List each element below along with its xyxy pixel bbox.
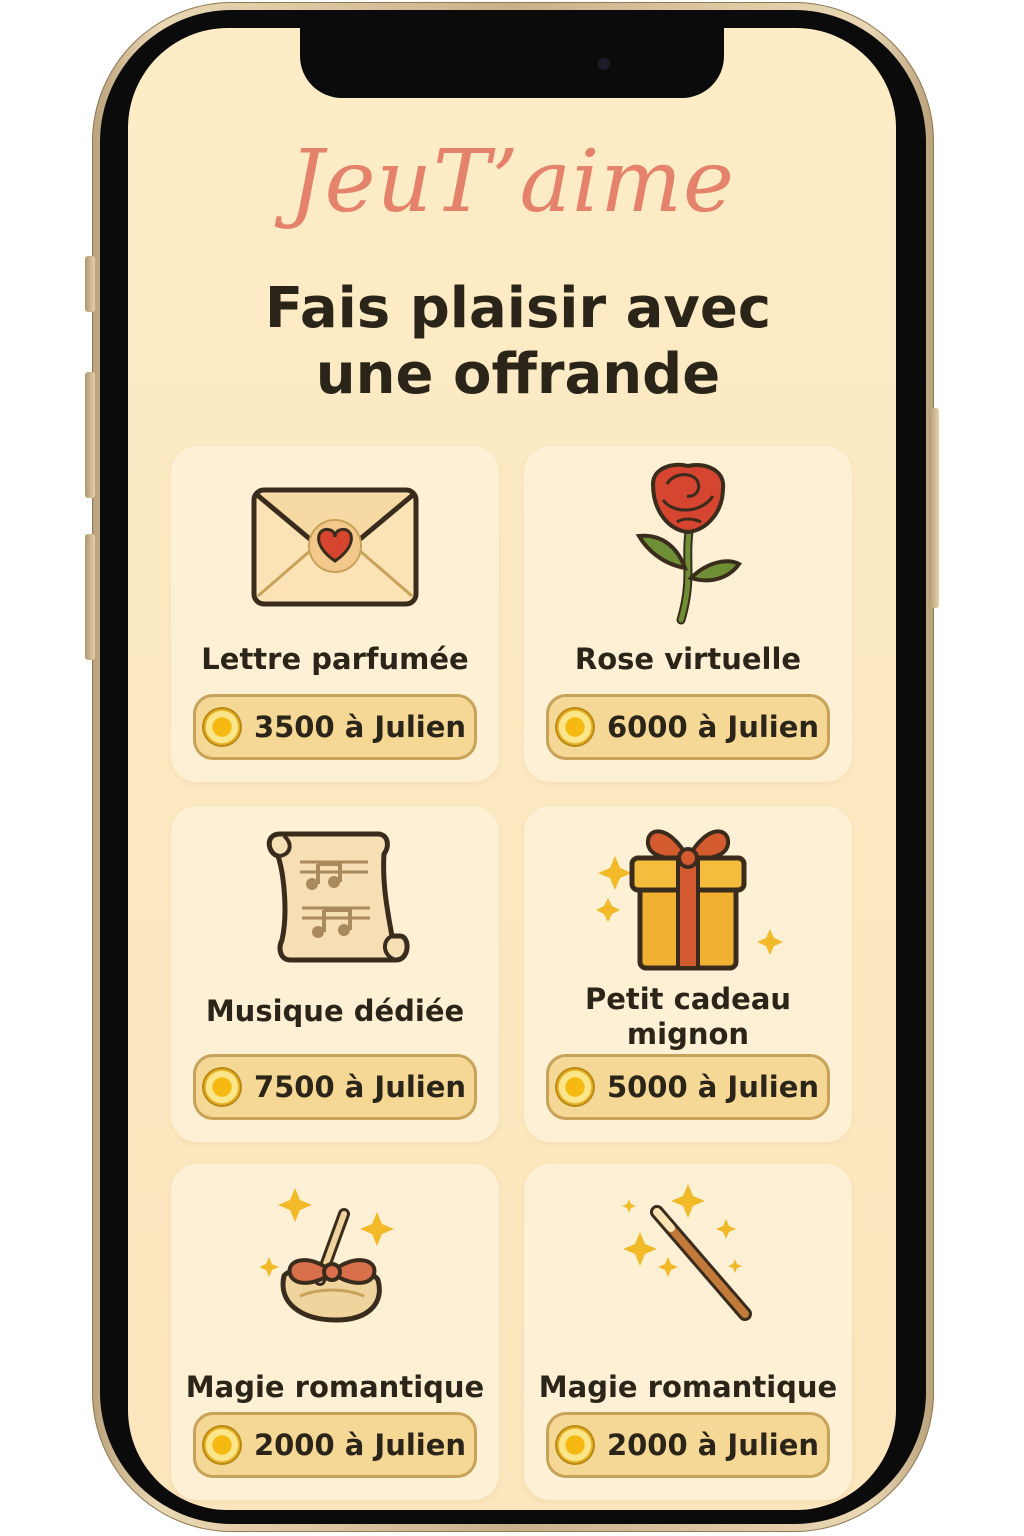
price-button[interactable]: 3500 à Julien [193, 694, 477, 760]
coin-icon [556, 1427, 593, 1463]
app-screen: JeuT’aime Fais plaisir avec une offrande… [128, 28, 896, 1510]
price-text: 2000 à Julien [606, 1428, 820, 1462]
price-text: 7500 à Julien [253, 1070, 467, 1104]
gift-box-icon [524, 818, 852, 974]
price-text: 5000 à Julien [606, 1070, 820, 1104]
price-button[interactable]: 2000 à Julien [546, 1412, 830, 1478]
action-button [85, 256, 95, 312]
offering-card-petit-cadeau-mignon[interactable]: Petit cadeau mignon 5000 à Julien [524, 806, 852, 1142]
coin-icon [556, 1069, 593, 1105]
price-button[interactable]: 2000 à Julien [193, 1412, 477, 1478]
coin-icon [556, 709, 593, 745]
offering-label: Lettre parfumée [201, 642, 469, 676]
page-headline: Fais plaisir avec une offrande [264, 276, 772, 407]
coin-icon [203, 1069, 240, 1105]
notch [300, 28, 724, 98]
price-button[interactable]: 5000 à Julien [546, 1054, 830, 1120]
app-logo-title: JeuT’aime [289, 132, 735, 232]
offering-card-magie-romantique-pouch[interactable]: Magie romantique 2000 à Julien [171, 1164, 499, 1500]
enchanted-pouch-icon [171, 1184, 499, 1324]
price-button[interactable]: 7500 à Julien [193, 1054, 477, 1120]
offering-label: Musique dédiée [205, 994, 465, 1028]
coin-icon [203, 1427, 240, 1463]
offering-card-rose-virtuelle[interactable]: Rose virtuelle 6000 à Julien [524, 446, 852, 782]
music-scroll-icon [171, 824, 499, 966]
offering-card-lettre-parfumee[interactable]: Lettre parfumée 3500 à Julien [171, 446, 499, 782]
front-camera [598, 58, 610, 70]
offering-card-musique-dediee[interactable]: Musique dédiée 7500 à Julien [171, 806, 499, 1142]
offering-label: Rose virtuelle [574, 642, 802, 676]
price-text: 2000 à Julien [253, 1428, 467, 1462]
magic-wand-icon [524, 1182, 852, 1328]
price-text: 3500 à Julien [253, 710, 467, 744]
volume-up-button [85, 372, 95, 498]
offering-label: Magie romantique [185, 1370, 485, 1404]
price-button[interactable]: 6000 à Julien [546, 694, 830, 760]
power-button [929, 408, 939, 608]
offering-card-magie-romantique-wand[interactable]: Magie romantique 2000 à Julien [524, 1164, 852, 1500]
volume-down-button [85, 534, 95, 660]
offering-label: Magie romantique [538, 1370, 838, 1404]
offering-label: Petit cadeau mignon [584, 982, 792, 1051]
rose-icon [524, 460, 852, 626]
love-letter-icon [171, 486, 499, 610]
price-text: 6000 à Julien [606, 710, 820, 744]
coin-icon [203, 709, 240, 745]
